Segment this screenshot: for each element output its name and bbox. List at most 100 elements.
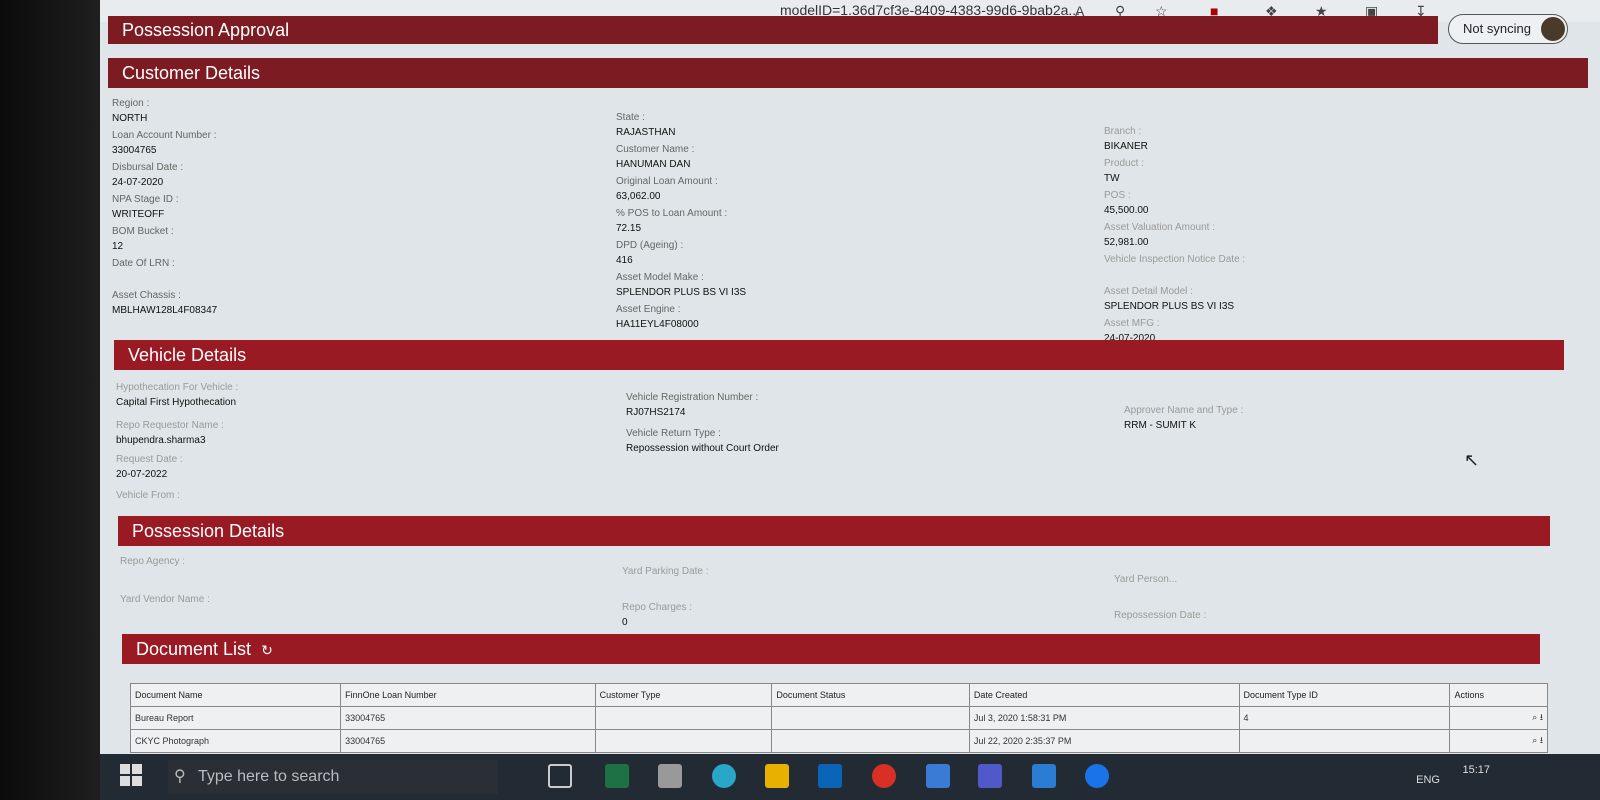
field-value: SPLENDOR PLUS BS VI I3S [616,287,747,298]
app-icon-2[interactable] [1032,764,1056,788]
field-value: TW [1104,173,1120,184]
hypothecation-field: Hypothecation For Vehicle : Capital First… [116,382,239,408]
table-cell: ⌕ ⭳ [1449,729,1548,753]
column-header[interactable]: FinnOne Loan Number [340,683,596,707]
app-icon[interactable] [926,764,950,788]
column-header[interactable]: Document Type ID [1238,683,1451,707]
field-label: Asset Chassis : [112,290,181,301]
field-label: Loan Account Number : [112,130,217,141]
field-label: Original Loan Amount : [616,176,718,187]
customer-field: Date Of LRN : [112,256,175,271]
yard-parking-date-field: Yard Parking Date : [622,566,709,577]
customer-field: Branch : BIKANER [1104,124,1148,154]
column-header[interactable]: Customer Type [594,683,773,707]
customer-field: Asset Chassis : MBLHAW128L4F08347 [112,288,217,318]
search-icon: ⚲ [174,768,186,785]
language-indicator[interactable]: ENG [1416,774,1440,786]
search-placeholder: Type here to search [198,768,340,785]
column-header[interactable]: Actions [1449,683,1548,707]
ie-icon[interactable] [1085,764,1109,788]
repo-requestor-field: Repo Requestor Name : bhupendra.sharma3 [116,420,224,446]
download-icon[interactable]: ⭳ [1540,735,1543,745]
sync-button[interactable]: Not syncing [1448,14,1568,44]
profile-avatar[interactable] [1541,17,1565,41]
field-value: 45,500.00 [1104,205,1149,216]
column-header[interactable]: Document Status [771,683,970,707]
clock[interactable]: 15:17 [1462,764,1490,776]
approver-field: Approver Name and Type : RRM - SUMIT K [1124,405,1244,431]
column-header[interactable]: Date Created [968,683,1240,707]
taskbar-search-box[interactable]: ⚲ Type here to search [168,760,498,794]
monitor-bezel [0,0,100,800]
customer-field: DPD (Ageing) : 416 [616,238,683,268]
task-view-icon[interactable] [548,764,572,788]
mouse-cursor-icon: ↖ [1464,450,1480,470]
field-label: Asset Valuation Amount : [1104,222,1215,233]
windows-start-icon[interactable] [120,764,142,786]
field-label: BOM Bucket : [112,226,174,237]
file-explorer-icon[interactable] [765,764,789,788]
field-value: SPLENDOR PLUS BS VI I3S [1104,301,1235,312]
table-row[interactable]: Bureau Report 33004765 Jul 3, 2020 1:58:31… [129,706,1548,730]
field-label: State : [616,112,645,123]
field-label: % POS to Loan Amount : [616,208,728,219]
field-label: Date Of LRN : [112,258,175,269]
field-label: Branch : [1104,126,1142,137]
field-value: BIKANER [1104,141,1148,152]
table-cell: Jul 22, 2020 2:35:37 PM [968,729,1240,753]
document-list-header: Document List ↻ [122,634,1540,664]
outlook-icon[interactable] [818,764,842,788]
table-cell: 33004765 [340,706,596,730]
table-row[interactable]: CKYC Photograph 33004765 Jul 22, 2020 2:35… [129,729,1548,753]
table-cell: CKYC Photograph [129,729,342,753]
excel-icon[interactable] [605,764,629,788]
refresh-icon[interactable]: ↻ [261,642,273,658]
chrome-icon[interactable] [872,764,896,788]
field-value: WRITEOFF [112,209,165,220]
download-icon[interactable]: ⭳ [1540,712,1543,722]
customer-field: Asset Valuation Amount : 52,981.00 [1104,220,1215,250]
customer-field: Asset Detail Model : SPLENDOR PLUS BS VI … [1104,284,1234,314]
calculator-icon[interactable] [658,764,682,788]
table-cell: 33004765 [340,729,596,753]
field-label: Product : [1104,158,1145,169]
vehicle-from-field: Vehicle From : [116,490,180,501]
field-value: 33004765 [112,145,157,156]
table-cell [1238,729,1451,753]
customer-field: NPA Stage ID : WRITEOFF [112,192,179,222]
table-cell [594,706,773,730]
field-value: 72.15 [616,223,642,234]
document-table: Document Name FinnOne Loan Number Customer… [129,683,1548,753]
customer-field: POS : 45,500.00 [1104,188,1149,218]
field-value: 416 [616,255,633,266]
screen: modelID=1.36d7cf3e-8409-4383-99d6-9bab2a… [0,0,1600,800]
field-label: Region : [112,98,150,109]
column-header[interactable]: Document Name [129,683,342,707]
taskbar: ⚲ Type here to search ENG 15:17 [100,754,1600,800]
edge-icon[interactable] [712,764,736,788]
field-value: 12 [112,241,124,252]
yard-person-field: Yard Person... [1114,574,1178,585]
customer-details-header: Customer Details [108,58,1588,88]
view-icon[interactable]: ⌕ [1532,735,1540,745]
teams-icon[interactable] [978,764,1002,788]
sync-label: Not syncing [1463,21,1531,36]
customer-field: Loan Account Number : 33004765 [112,128,217,158]
customer-field: Product : TW [1104,156,1144,186]
table-cell [594,729,773,753]
view-icon[interactable]: ⌕ [1532,712,1540,722]
table-cell: Bureau Report [129,706,342,730]
customer-field: State : RAJASTHAN [616,110,675,140]
customer-field: % POS to Loan Amount : 72.15 [616,206,727,236]
table-cell: ⌕ ⭳ [1449,706,1548,730]
possession-details-header: Possession Details [118,516,1550,546]
table-cell: Jul 3, 2020 1:58:31 PM [968,706,1240,730]
field-value: 52,981.00 [1104,237,1149,248]
field-value: NORTH [112,113,148,124]
customer-field: Original Loan Amount : 63,062.00 [616,174,718,204]
repo-agency-field: Repo Agency : [120,556,186,567]
table-cell [771,729,970,753]
table-cell: 4 [1238,706,1451,730]
field-label: DPD (Ageing) : [616,240,684,251]
customer-field: BOM Bucket : 12 [112,224,174,254]
